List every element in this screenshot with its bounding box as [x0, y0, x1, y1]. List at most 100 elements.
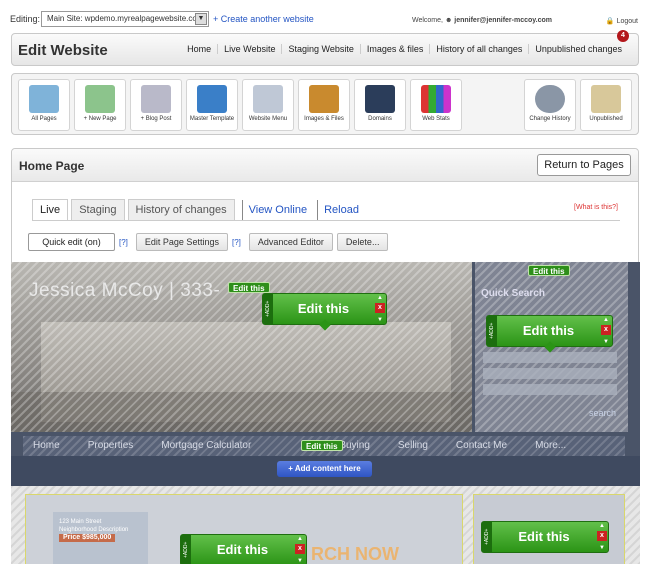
site-menu-item: Home [33, 440, 60, 451]
tool-website-menu[interactable]: Website Menu [242, 79, 294, 131]
move-up-icon[interactable]: ▲ [597, 522, 607, 530]
delete-button[interactable]: Delete... [336, 233, 389, 251]
tool-blog-post[interactable]: + Blog Post [130, 79, 182, 131]
tool-label: Domains [368, 116, 392, 122]
site-menu-item: Contact Me [455, 440, 508, 451]
quick-edit-button[interactable]: Quick edit (on) [28, 233, 115, 251]
nav-live-website[interactable]: Live Website [217, 44, 281, 54]
edit-this-widget[interactable]: +ADD+ Edit this ▲ x ▼ [486, 315, 613, 353]
site-menu-item: Buying [339, 440, 370, 451]
close-icon[interactable]: x [597, 531, 607, 541]
add-handle[interactable]: +ADD+ [482, 522, 492, 552]
website-preview: Jessica McCoy | 333- Quick Search search… [11, 262, 640, 564]
page-actions: Quick edit (on) [?] Edit Page Settings [… [28, 233, 392, 251]
edit-this-label: Edit this [216, 542, 269, 557]
search-field [483, 368, 617, 379]
tool-unpublished[interactable]: Unpublished [580, 79, 632, 131]
close-icon[interactable]: x [375, 303, 385, 313]
tool-web-stats[interactable]: Web Stats [410, 79, 462, 131]
new-page-icon [85, 85, 115, 113]
tool-master-template[interactable]: Master Template [186, 79, 238, 131]
tool-all-pages[interactable]: All Pages [18, 79, 70, 131]
return-to-pages-button[interactable]: Return to Pages [537, 154, 631, 176]
search-link: search [588, 408, 616, 418]
listing-card: 123 Main Street Neighborhood Description… [53, 512, 148, 564]
unpublished-count-badge: 4 [617, 30, 629, 42]
view-online-link[interactable]: View Online [241, 200, 314, 220]
reload-link[interactable]: Reload [317, 200, 365, 220]
welcome-prefix: Welcome, [411, 17, 443, 24]
tool-label: Website Menu [248, 116, 288, 122]
tool-label: Master Template [189, 116, 235, 122]
move-down-icon[interactable]: ▼ [597, 544, 607, 552]
create-website-link[interactable]: + Create another website [213, 14, 314, 24]
what-is-this-link[interactable]: [What is this?] [574, 204, 618, 211]
chevron-down-icon[interactable]: ▼ [195, 13, 207, 25]
add-handle[interactable]: +ADD+ [263, 294, 273, 324]
agent-name: Jessica McCoy | 333- [29, 280, 221, 301]
site-select[interactable]: Main Site: wpdemo.myrealpagewebsite.co ▼ [41, 11, 209, 27]
tool-images-files[interactable]: Images & Files [298, 79, 350, 131]
nav-history[interactable]: History of all changes [429, 44, 528, 54]
move-down-icon[interactable]: ▼ [601, 338, 611, 346]
edit-this-widget[interactable]: +ADD+ Edit this ▲ x ▼ [180, 534, 307, 564]
tool-domains[interactable]: Domains [354, 79, 406, 131]
template-icon [197, 85, 227, 113]
page-tabs: Live Staging History of changes View Onl… [32, 199, 365, 220]
page-header: Home Page Return to Pages [12, 149, 638, 182]
nav-home[interactable]: Home [181, 44, 217, 54]
quick-search-title: Quick Search [481, 288, 545, 299]
bar-chart-icon [421, 85, 451, 113]
nav-unpublished[interactable]: Unpublished changes [528, 44, 628, 54]
search-now-banner: RCH NOW [311, 544, 399, 564]
tab-staging[interactable]: Staging [71, 199, 125, 220]
add-handle[interactable]: +ADD+ [487, 316, 497, 346]
site-menu-item: Mortgage Calculator [161, 440, 252, 451]
move-up-icon[interactable]: ▲ [601, 316, 611, 324]
tool-label: Unpublished [589, 116, 623, 122]
tool-new-page[interactable]: + New Page [74, 79, 126, 131]
toolbar: All Pages + New Page + Blog Post Master … [11, 73, 639, 135]
tab-divider [32, 220, 620, 221]
edit-this-tag[interactable]: Edit this [228, 282, 270, 293]
tab-live[interactable]: Live [32, 199, 69, 220]
edit-this-tag[interactable]: Edit this [528, 265, 570, 276]
page-title: Edit Website [18, 42, 108, 59]
help-link[interactable]: [?] [232, 238, 241, 247]
advanced-editor-button[interactable]: Advanced Editor [248, 233, 333, 251]
logout-link[interactable]: 🔒 Logout [606, 17, 638, 25]
listing-address: 123 Main Street [59, 519, 102, 525]
tool-label: All Pages [31, 116, 57, 122]
tool-label: + New Page [83, 116, 117, 122]
top-bar: Editing: Main Site: wpdemo.myrealpageweb… [0, 0, 652, 32]
tab-history[interactable]: History of changes [127, 199, 235, 220]
user-email: jennifer@jennifer-mccoy.com [454, 17, 552, 24]
add-content-button[interactable]: + Add content here [277, 461, 372, 477]
page-name: Home Page [19, 159, 85, 173]
help-link[interactable]: [?] [119, 238, 128, 247]
move-down-icon[interactable]: ▼ [295, 557, 305, 564]
add-handle[interactable]: +ADD+ [181, 535, 191, 564]
edit-this-widget[interactable]: +ADD+ Edit this ▲ x ▼ [262, 293, 387, 331]
edit-this-tag[interactable]: Edit this [301, 440, 343, 451]
edit-this-widget[interactable]: +ADD+ Edit this ▲ x ▼ [481, 521, 609, 553]
tool-label: Web Stats [422, 116, 450, 122]
move-down-icon[interactable]: ▼ [375, 316, 385, 324]
tool-change-history[interactable]: Change History [524, 79, 576, 131]
tool-label: + Blog Post [140, 116, 172, 122]
search-field [483, 384, 617, 395]
history-icon [535, 85, 565, 113]
domains-icon [365, 85, 395, 113]
move-up-icon[interactable]: ▲ [295, 535, 305, 543]
search-field [483, 352, 617, 363]
easel-icon [591, 85, 621, 113]
welcome-text: Welcome, ☻ jennifer@jennifer-mccoy.com [412, 17, 552, 24]
edit-page-settings-button[interactable]: Edit Page Settings [135, 233, 228, 251]
close-icon[interactable]: x [601, 325, 611, 335]
move-up-icon[interactable]: ▲ [375, 294, 385, 302]
close-icon[interactable]: x [295, 544, 305, 554]
cabinet-icon [309, 85, 339, 113]
nav-staging-website[interactable]: Staging Website [281, 44, 359, 54]
editing-label: Editing: [10, 14, 41, 24]
nav-images-files[interactable]: Images & files [359, 44, 430, 54]
